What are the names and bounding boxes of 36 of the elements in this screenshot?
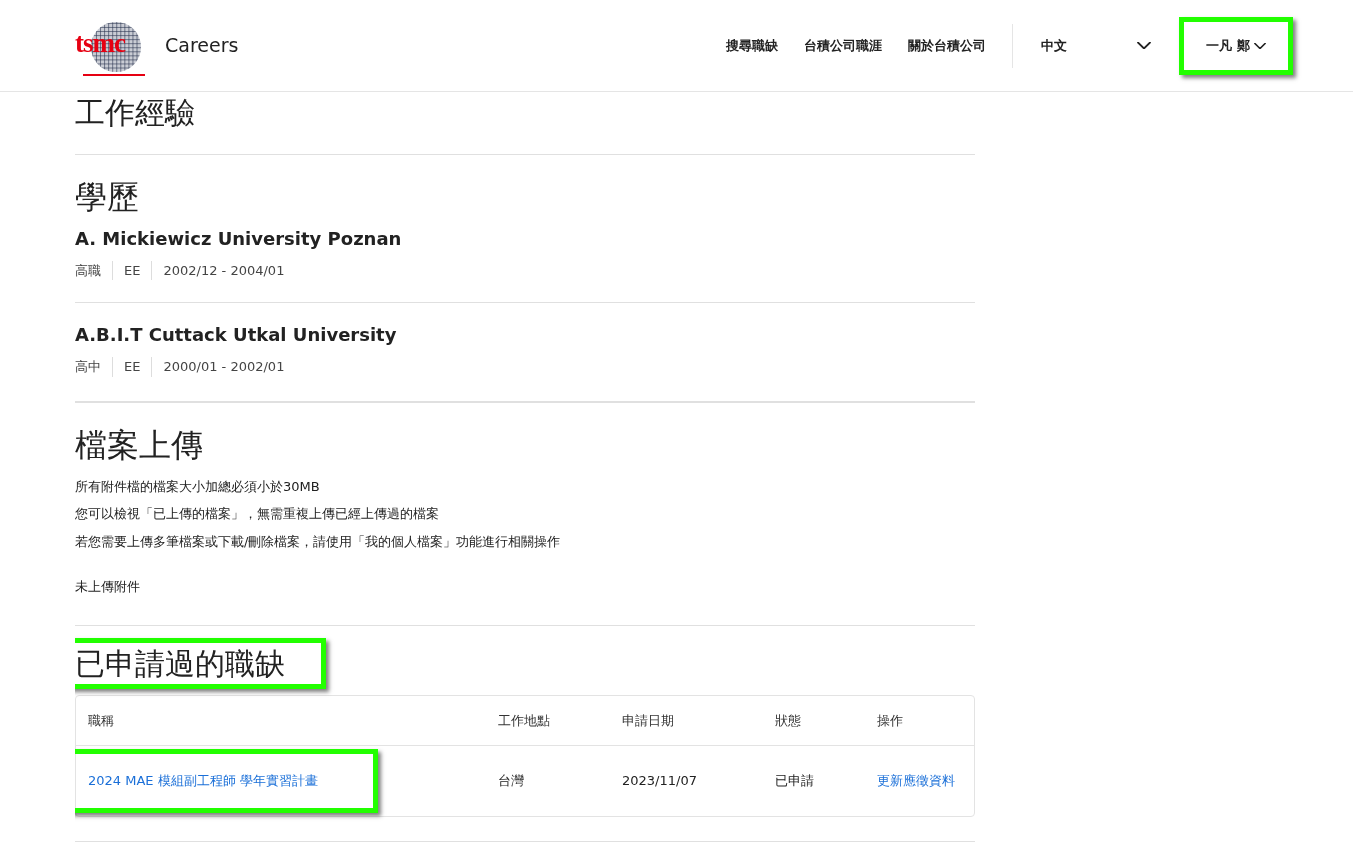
column-header: 職稱 [88,711,115,730]
education-detail: 高職 [75,261,102,280]
table-cell-text: 2023/11/07 [622,772,698,791]
column-header: 狀態 [775,711,802,730]
language-select[interactable]: 中文 [1041,35,1151,56]
column-header: 工作地點 [498,711,551,730]
update-application-link[interactable]: 更新應徵資料 [877,771,962,791]
upload-note: 您可以檢視「已上傳的檔案」，無需重複上傳已經上傳過的檔案 [75,505,440,523]
school-name: A.B.I.T Cuttack Utkal University [75,323,398,347]
section-heading: 檔案上傳 [75,424,204,465]
section-heading: 已申請過的職缺 [75,644,285,682]
chevron-down-icon [1137,42,1151,49]
education-detail: 2002/12 - 2004/01 [151,260,296,280]
table-cell-text: 已申請 [775,772,815,791]
job-title-link[interactable]: 2024 MAE 模組副工程師 學年實習計畫 [88,771,318,791]
table-cell-text: 台灣 [498,772,525,791]
education-detail: 2000/01 - 2002/01 [151,357,296,377]
nav-link[interactable]: 台積公司職涯 [804,35,882,56]
section-heading: 工作經驗 [75,94,196,132]
education-detail: 高中 [75,358,102,376]
nav-link[interactable]: 關於台積公司 [908,35,986,56]
column-header: 申請日期 [622,711,675,730]
upload-note: 若您需要上傳多筆檔案或下載/刪除檔案，請使用「我的個人檔案」功能進行相關操作 [75,532,562,551]
column-header: 操作 [877,711,904,730]
education-detail: EE [112,357,152,377]
logo-underline [83,74,145,76]
user-menu[interactable]: 一凡 鄭 [1206,35,1266,56]
education-detail: EE [112,260,152,280]
nav-link[interactable]: 搜尋職缺 [726,35,778,56]
school-name: A. Mickiewicz University Poznan [75,226,403,251]
logo-text: tsmc [75,30,125,57]
upload-note: 所有附件檔的檔案大小加總必須小於30MB [75,477,321,496]
empty-attachments-text: 未上傳附件 [75,578,141,596]
chevron-down-icon [1253,42,1266,49]
site-title: Careers [165,33,239,59]
section-heading: 學歷 [75,176,140,217]
